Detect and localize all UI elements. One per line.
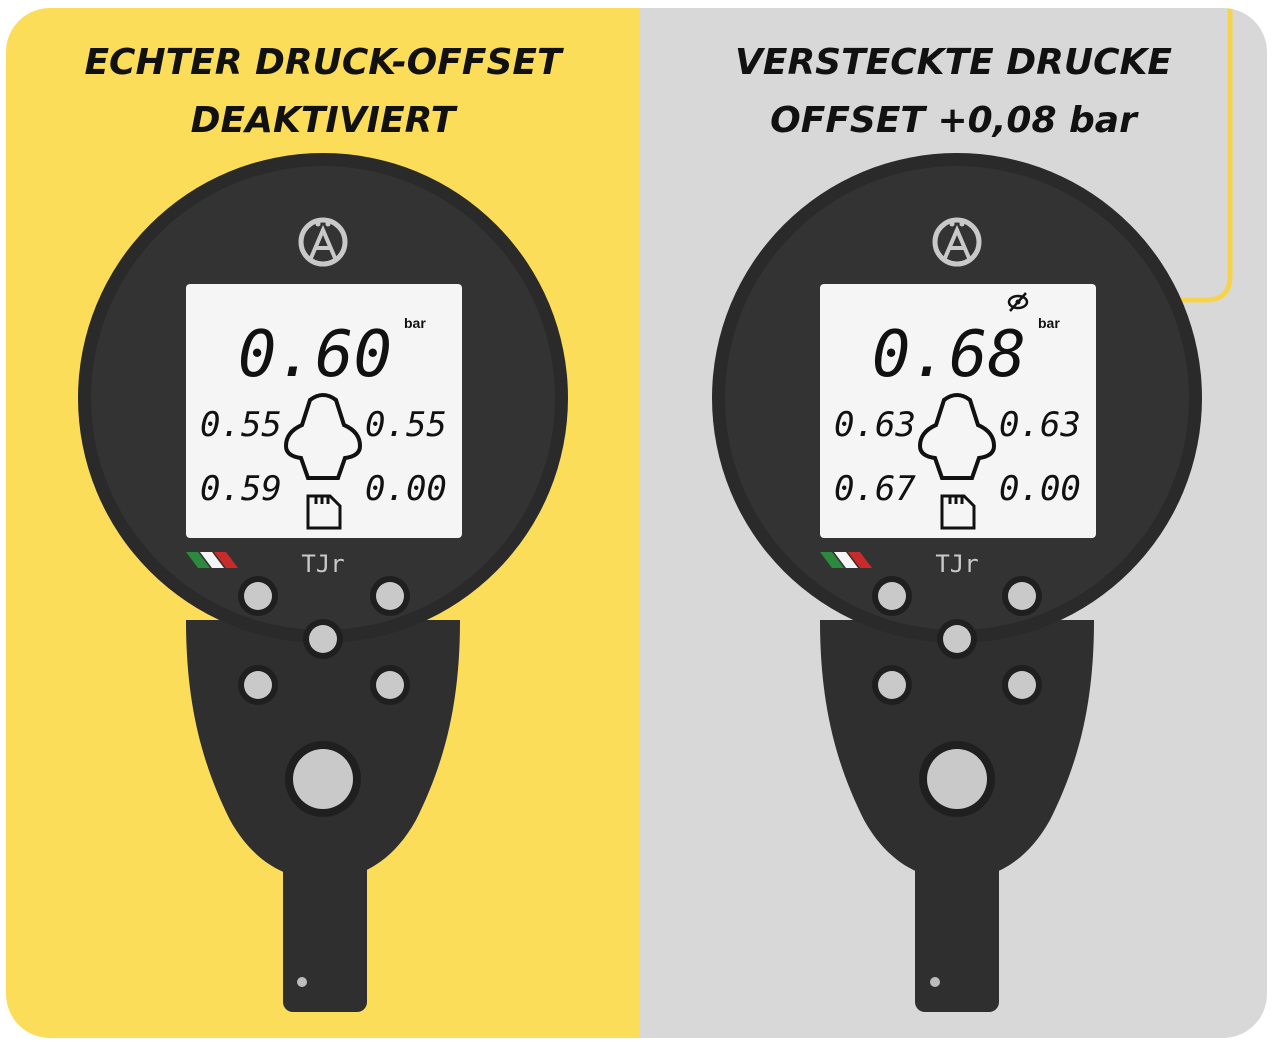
brand-label: TJr [301, 550, 344, 578]
main-pressure-value: 0.60 [238, 318, 392, 392]
button-top-right[interactable] [370, 576, 410, 616]
main-pressure-value: 0.68 [872, 318, 1026, 392]
button-center[interactable] [303, 619, 343, 659]
tire-front-left: 0.55 [200, 405, 282, 445]
button-top-left[interactable] [238, 576, 278, 616]
tire-rear-right: 0.00 [999, 469, 1081, 509]
button-main[interactable] [919, 741, 995, 817]
unit-label: bar [1038, 315, 1060, 331]
right-gauge-device: 0.68 bar 0.63 0.63 0.67 0.00 TJr [712, 8, 1233, 1012]
button-bottom-left[interactable] [872, 665, 912, 705]
comparison-card: ECHTER DRUCK-OFFSET DEAKTIVIERT 0.60 bar… [6, 8, 1267, 1038]
button-main[interactable] [285, 741, 361, 817]
button-center[interactable] [937, 619, 977, 659]
left-panel: ECHTER DRUCK-OFFSET DEAKTIVIERT 0.60 bar… [6, 8, 640, 1038]
tire-rear-right: 0.00 [365, 469, 447, 509]
brand-label: TJr [935, 550, 978, 578]
tire-rear-left: 0.67 [834, 469, 916, 509]
tire-front-right: 0.63 [999, 405, 1081, 445]
tire-rear-left: 0.59 [200, 469, 282, 509]
unit-label: bar [404, 315, 426, 331]
tire-front-left: 0.63 [834, 405, 916, 445]
button-top-right[interactable] [1002, 576, 1042, 616]
tire-front-right: 0.55 [365, 405, 447, 445]
gauge-stem [283, 860, 367, 1012]
right-panel: VERSTECKTE DRUCKE OFFSET +0,08 bar 0.68 … [640, 8, 1267, 1038]
left-gauge-device: 0.60 bar 0.55 0.55 0.59 0.00 TJr [78, 153, 568, 1012]
button-bottom-right[interactable] [1002, 665, 1042, 705]
stem-hole [297, 977, 307, 987]
button-bottom-left[interactable] [238, 665, 278, 705]
button-bottom-right[interactable] [370, 665, 410, 705]
button-top-left[interactable] [872, 576, 912, 616]
stem-hole [930, 977, 940, 987]
gauge-stem [915, 860, 999, 1012]
